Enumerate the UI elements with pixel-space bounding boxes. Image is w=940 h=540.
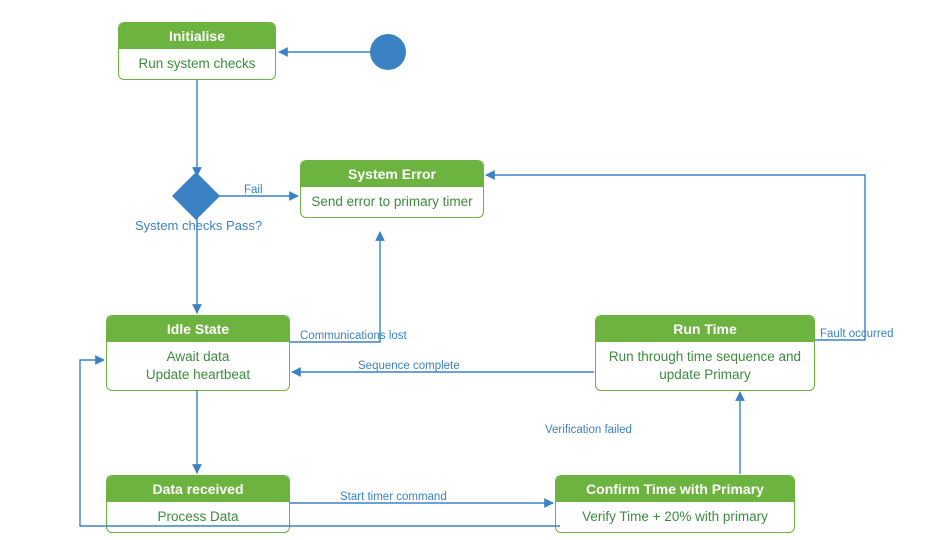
- node-idle: Idle State Await data Update heartbeat: [106, 315, 290, 391]
- node-confirm-body: Verify Time + 20% with primary: [556, 502, 794, 532]
- node-confirm: Confirm Time with Primary Verify Time + …: [555, 475, 795, 533]
- edges-layer: [0, 0, 940, 540]
- node-system-error: System Error Send error to primary timer: [300, 160, 484, 218]
- node-runtime: Run Time Run through time sequence and u…: [595, 315, 815, 391]
- node-system-error-title: System Error: [301, 161, 483, 187]
- node-data-received: Data received Process Data: [106, 475, 290, 533]
- node-system-error-body: Send error to primary timer: [301, 187, 483, 217]
- node-initialise: Initialise Run system checks: [118, 22, 276, 80]
- decision-label: System checks Pass?: [135, 218, 262, 233]
- edge-label-start-timer: Start timer command: [340, 491, 447, 503]
- node-confirm-title: Confirm Time with Primary: [556, 476, 794, 502]
- node-data-received-body: Process Data: [107, 502, 289, 532]
- node-idle-body: Await data Update heartbeat: [107, 342, 289, 390]
- node-runtime-title: Run Time: [596, 316, 814, 342]
- node-data-received-title: Data received: [107, 476, 289, 502]
- edge-label-seq-complete: Sequence complete: [358, 360, 460, 372]
- edge-label-fault: Fault occurred: [820, 328, 894, 340]
- diagram-canvas: Initialise Run system checks System chec…: [0, 0, 940, 540]
- node-idle-title: Idle State: [107, 316, 289, 342]
- start-node-icon: [370, 34, 406, 70]
- decision-diamond-icon: [172, 172, 220, 220]
- edge-label-verify-failed: Verification failed: [545, 424, 632, 436]
- node-initialise-body: Run system checks: [119, 49, 275, 79]
- edge-label-comm-lost: Communications lost: [300, 330, 407, 342]
- node-initialise-title: Initialise: [119, 23, 275, 49]
- node-runtime-body: Run through time sequence and update Pri…: [596, 342, 814, 390]
- edge-label-fail: Fail: [244, 184, 263, 196]
